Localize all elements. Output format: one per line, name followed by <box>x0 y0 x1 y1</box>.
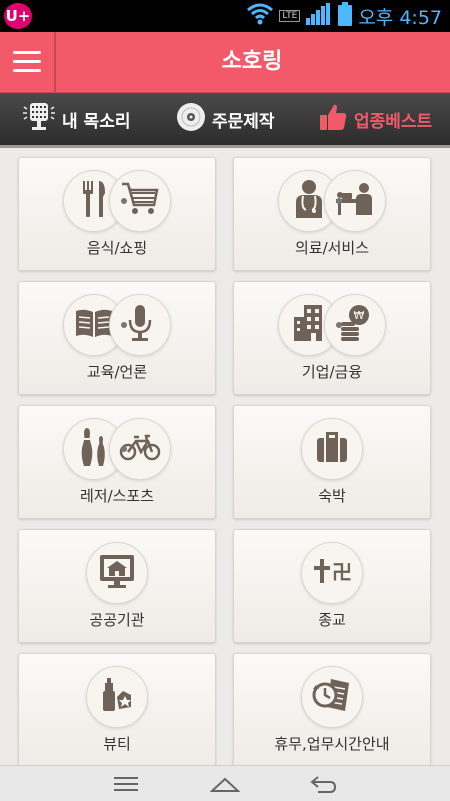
religion-icon: 卍 <box>312 556 352 590</box>
category-business-finance[interactable]: ₩ 기업/금융 <box>233 281 431 395</box>
tab-industry-best-label: 업종베스트 <box>354 111 433 132</box>
category-label: 교육/언론 <box>86 363 148 381</box>
separator-dot <box>121 198 127 204</box>
book-icon <box>74 307 114 343</box>
category-label: 숙박 <box>318 487 346 505</box>
system-nav-bar <box>0 765 450 801</box>
separator-dot <box>336 322 342 328</box>
doctor-icon <box>292 178 326 224</box>
coin-symbol: ₩ <box>354 309 365 322</box>
category-medical-service[interactable]: 의료/서비스 <box>233 157 431 271</box>
menu-button[interactable] <box>0 32 56 92</box>
thumbs-up-icon <box>318 102 348 137</box>
category-food-shopping[interactable]: 음식/쇼핑 <box>18 157 216 271</box>
category-label: 휴무,업무시간안내 <box>274 735 390 753</box>
separator-dot <box>336 198 342 204</box>
tab-industry-best[interactable]: 업종베스트 <box>318 93 432 145</box>
category-lodging[interactable]: 숙박 <box>233 405 431 519</box>
category-label: 기업/금융 <box>301 363 363 381</box>
category-label: 의료/서비스 <box>294 239 370 257</box>
tab-custom-order[interactable]: 주문제작 <box>176 93 275 145</box>
category-business-hours[interactable]: 휴무,업무시간안내 <box>233 653 431 765</box>
status-bar: U+ LTE 오후 4:57 <box>0 0 450 32</box>
category-label: 레저/스포츠 <box>79 487 155 505</box>
category-public-office[interactable]: 공공기관 <box>18 529 216 643</box>
back-icon[interactable] <box>308 772 338 796</box>
religion-symbol: 卍 <box>332 560 352 584</box>
tab-my-voice-label: 내 목소리 <box>62 111 131 132</box>
category-grid: 음식/쇼핑 의료/서비스 교육/언론 ₩ 기업/금융 레저/스포츠 숙박 공공기… <box>0 148 450 765</box>
category-label: 음식/쇼핑 <box>86 239 148 257</box>
suitcase-icon <box>315 431 349 467</box>
tab-bar: 내 목소리 주문제작 업종베스트 <box>0 93 450 148</box>
public-office-icon <box>98 553 136 593</box>
category-label: 뷰티 <box>103 735 131 753</box>
lte-badge: LTE <box>279 10 301 22</box>
signal-icon <box>306 3 332 29</box>
microphone-icon <box>125 303 155 347</box>
carrier-logo: U+ <box>4 3 32 29</box>
category-education-press[interactable]: 교육/언론 <box>18 281 216 395</box>
category-label: 공공기관 <box>89 611 145 629</box>
page-title: 소호링 <box>221 49 283 74</box>
beauty-icon <box>97 675 137 719</box>
app-bar: 소호링 <box>0 32 450 93</box>
microphone-icon <box>22 101 56 138</box>
coins-icon: ₩ <box>337 303 373 347</box>
category-label: 종교 <box>318 611 346 629</box>
category-religion[interactable]: 卍 종교 <box>233 529 431 643</box>
home-icon[interactable] <box>209 772 241 796</box>
hamburger-line <box>13 69 41 72</box>
hamburger-line <box>13 60 41 63</box>
wifi-icon <box>247 3 274 29</box>
tab-my-voice[interactable]: 내 목소리 <box>22 93 130 145</box>
bowling-icon <box>78 426 110 472</box>
disc-icon <box>176 102 206 137</box>
hamburger-icon <box>13 51 41 54</box>
menu-nav-icon[interactable] <box>111 772 141 796</box>
separator-dot <box>121 446 127 452</box>
schedule-icon <box>311 675 353 719</box>
building-icon <box>292 303 326 347</box>
category-leisure-sports[interactable]: 레저/스포츠 <box>18 405 216 519</box>
category-beauty[interactable]: 뷰티 <box>18 653 216 765</box>
status-time: 오후 4:57 <box>358 6 442 29</box>
separator-dot <box>121 322 127 328</box>
tab-custom-order-label: 주문제작 <box>212 111 275 132</box>
fork-knife-icon <box>77 179 111 223</box>
battery-icon <box>338 2 353 30</box>
